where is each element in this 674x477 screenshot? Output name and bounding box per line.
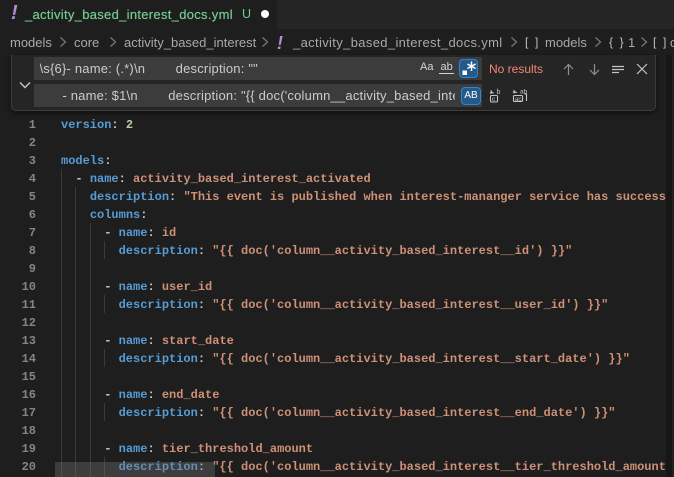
- svg-text:b: b: [497, 89, 501, 96]
- svg-text:ac: ac: [515, 97, 521, 103]
